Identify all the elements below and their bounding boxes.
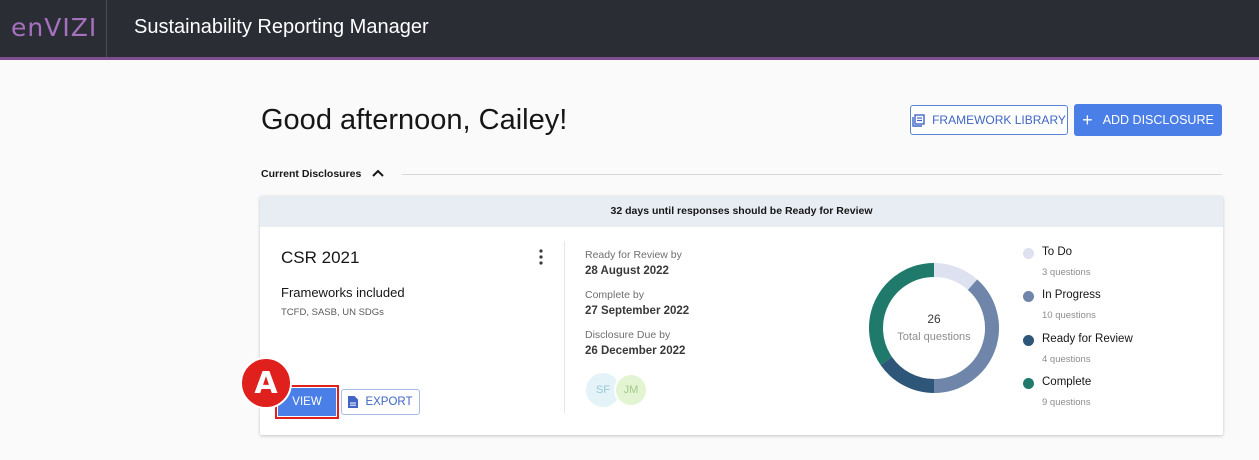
card-divider: [564, 241, 565, 413]
app-title: Sustainability Reporting Manager: [134, 16, 429, 38]
add-disclosure-button[interactable]: + ADD DISCLOSURE: [1074, 104, 1222, 136]
total-questions-count: 26: [927, 312, 941, 326]
disclosure-card: 32 days until responses should be Ready …: [260, 196, 1223, 435]
legend-dot: [1023, 248, 1034, 259]
legend-dot: [1023, 335, 1034, 346]
top-bar: enVIZI Sustainability Reporting Manager: [0, 0, 1259, 60]
donut-segment-to-do: [933, 263, 978, 291]
document-icon: [348, 396, 359, 408]
envizi-logo[interactable]: enVIZI: [0, 0, 107, 57]
complete-by-date: 27 September 2022: [585, 305, 690, 317]
donut-segment-complete: [869, 263, 935, 365]
complete-by-label: Complete by: [585, 289, 644, 301]
legend-status-name: In Progress: [1042, 289, 1101, 301]
logo-text: enVIZI: [11, 13, 98, 42]
review-countdown-banner: 32 days until responses should be Ready …: [260, 196, 1223, 227]
chevron-up-icon[interactable]: [370, 165, 386, 181]
status-donut-chart: 26 Total questions: [869, 263, 999, 393]
legend-status-name: Ready for Review: [1042, 333, 1133, 345]
framework-library-button[interactable]: FRAMEWORK LIBRARY: [910, 105, 1068, 135]
export-button[interactable]: EXPORT: [341, 389, 420, 415]
ready-for-review-date: 28 August 2022: [585, 265, 669, 277]
ready-for-review-label: Ready for Review by: [585, 249, 682, 261]
legend-status-count: 3 questions: [1042, 267, 1091, 278]
frameworks-list: TCFD, SASB, UN SDGs: [281, 307, 384, 318]
legend-status-name: Complete: [1042, 376, 1092, 388]
disclosure-due-label: Disclosure Due by: [585, 329, 671, 341]
overflow-menu-icon[interactable]: [536, 248, 546, 266]
legend-dot: [1023, 291, 1034, 302]
framework-library-label: FRAMEWORK LIBRARY: [932, 113, 1066, 127]
disclosure-due-date: 26 December 2022: [585, 345, 686, 357]
add-disclosure-label: ADD DISCLOSURE: [1102, 113, 1214, 127]
current-disclosures-label: Current Disclosures: [261, 168, 362, 180]
page-greeting: Good afternoon, Cailey!: [261, 104, 568, 136]
plus-icon: +: [1082, 110, 1093, 130]
donut-segment-ready-for-review: [880, 356, 935, 393]
legend-status-count: 9 questions: [1042, 397, 1091, 408]
legend-status-count: 4 questions: [1042, 354, 1091, 365]
section-divider: [402, 174, 1222, 175]
legend-dot: [1023, 378, 1034, 389]
frameworks-included-label: Frameworks included: [281, 285, 405, 300]
total-questions-label: Total questions: [897, 331, 971, 343]
library-icon: [912, 113, 925, 127]
export-label: EXPORT: [365, 396, 413, 408]
avatar[interactable]: JM: [614, 373, 648, 407]
callout-marker-a: A: [240, 357, 292, 409]
disclosure-title: CSR 2021: [281, 248, 360, 267]
legend-status-count: 10 questions: [1042, 310, 1096, 321]
legend-status-name: To Do: [1042, 246, 1073, 258]
